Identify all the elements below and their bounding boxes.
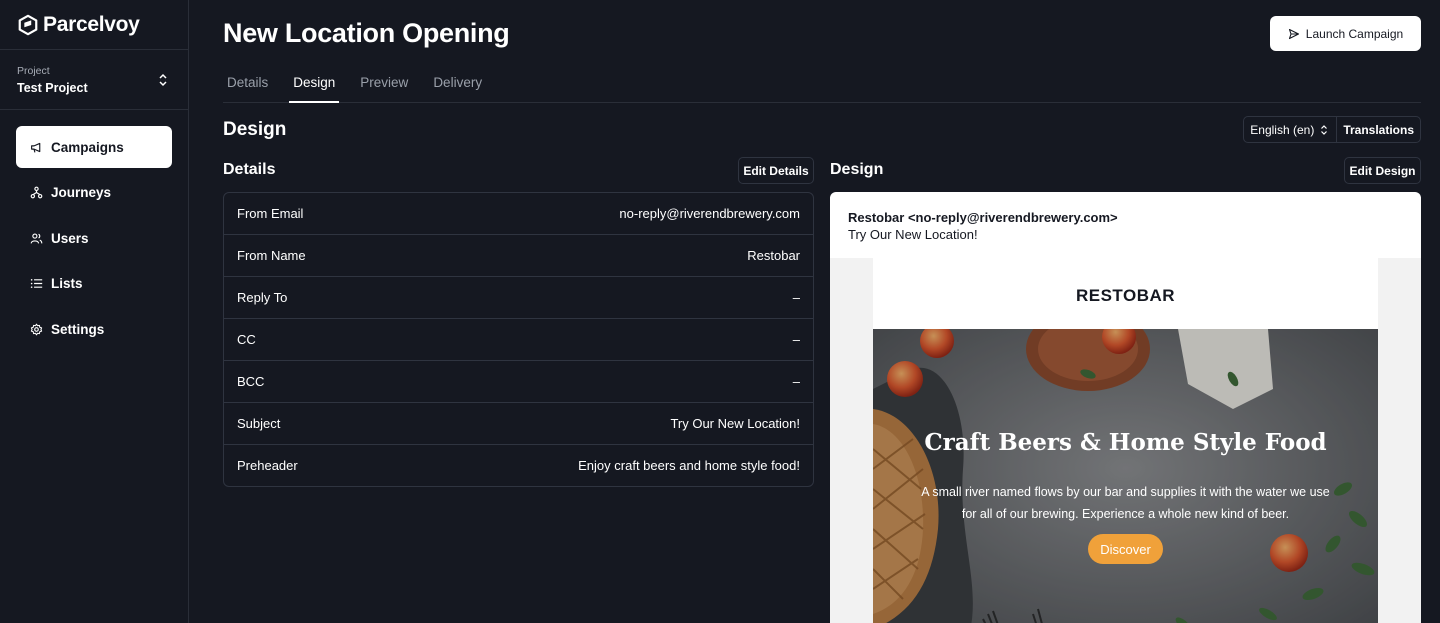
edit-details-button[interactable]: Edit Details xyxy=(738,157,814,184)
language-controls: English (en) Translations xyxy=(1243,116,1421,143)
details-row-from-name: From Name Restobar xyxy=(224,235,813,277)
main-content: New Location Opening Launch Campaign Det… xyxy=(189,0,1440,623)
list-icon xyxy=(30,279,43,288)
sidebar-item-users[interactable]: Users xyxy=(16,217,172,259)
tab-preview[interactable]: Preview xyxy=(356,68,412,102)
discover-button[interactable]: Discover xyxy=(1088,534,1163,564)
tab-design[interactable]: Design xyxy=(289,68,340,103)
parcelvoy-logo-icon xyxy=(18,14,38,35)
details-row-reply-to: Reply To – xyxy=(224,277,813,319)
details-key: From Email xyxy=(237,206,304,221)
details-row-preheader: Preheader Enjoy craft beers and home sty… xyxy=(224,445,813,486)
details-key: Subject xyxy=(237,416,281,431)
page-title: New Location Opening xyxy=(223,18,510,48)
hero-text: A small river named flows by our bar and… xyxy=(921,485,1330,521)
brand-name: Parcelvoy xyxy=(43,12,140,36)
details-value: – xyxy=(792,374,800,389)
gear-icon xyxy=(30,323,43,335)
details-key: CC xyxy=(237,332,256,347)
tab-bar: Details Design Preview Delivery xyxy=(223,68,1421,103)
details-value: Try Our New Location! xyxy=(670,416,800,431)
details-value: Restobar xyxy=(747,248,800,263)
megaphone-icon xyxy=(31,142,41,153)
details-key: Reply To xyxy=(237,290,288,305)
hero-food-image xyxy=(873,329,1378,623)
email-brand-name: RESTOBAR xyxy=(1075,286,1176,305)
language-value: English (en) xyxy=(1250,122,1315,137)
details-row-cc: CC – xyxy=(224,319,813,361)
launch-campaign-label: Launch Campaign xyxy=(1305,26,1404,41)
details-value: no-reply@riverendbrewery.com xyxy=(619,206,800,221)
email-preview: Restobar <no-reply@riverendbrewery.com> … xyxy=(830,192,1421,623)
details-value: – xyxy=(792,290,800,305)
section-title: Design xyxy=(223,119,287,140)
details-key: From Name xyxy=(237,248,306,263)
project-name: Test Project xyxy=(17,81,88,95)
translations-button[interactable]: Translations xyxy=(1337,117,1420,142)
users-icon xyxy=(30,232,43,244)
email-from: Restobar <no-reply@riverendbrewery.com> xyxy=(848,210,1118,225)
details-row-from-email: From Email no-reply@riverendbrewery.com xyxy=(224,193,813,235)
details-title: Details xyxy=(223,161,276,178)
details-value: – xyxy=(792,332,800,347)
design-title: Design xyxy=(830,161,884,178)
tab-details[interactable]: Details xyxy=(223,68,272,102)
sidebar: Parcelvoy Project Test Project Campaigns… xyxy=(0,0,189,623)
project-switcher[interactable]: Project Test Project xyxy=(0,50,188,110)
details-key: BCC xyxy=(237,374,265,389)
sidebar-item-lists[interactable]: Lists xyxy=(16,263,172,305)
sidebar-item-campaigns[interactable]: Campaigns xyxy=(16,126,172,168)
details-value: Enjoy craft beers and home style food! xyxy=(578,458,800,473)
tab-delivery[interactable]: Delivery xyxy=(429,68,486,102)
sidebar-item-label: Lists xyxy=(51,276,83,291)
sidebar-item-journeys[interactable]: Journeys xyxy=(16,172,172,214)
sidebar-item-label: Campaigns xyxy=(51,139,124,155)
email-subject: Try Our New Location! xyxy=(848,227,978,242)
launch-campaign-button[interactable]: Launch Campaign xyxy=(1270,16,1421,51)
project-label: Project xyxy=(17,65,50,77)
brand[interactable]: Parcelvoy xyxy=(0,0,188,50)
edit-design-button[interactable]: Edit Design xyxy=(1344,157,1421,184)
details-key: Preheader xyxy=(237,458,298,473)
hero-heading: Craft Beers & Home Style Food xyxy=(924,429,1327,456)
language-select[interactable]: English (en) xyxy=(1244,117,1338,142)
details-table: From Email no-reply@riverendbrewery.com … xyxy=(223,192,814,487)
email-canvas: RESTOBAR Craft Beers & Home Style Food A… xyxy=(830,258,1421,623)
sidebar-nav: Campaigns Journeys Users Lists Settings xyxy=(0,110,188,350)
sidebar-item-label: Users xyxy=(51,230,89,246)
chevron-up-down-icon xyxy=(1321,124,1328,135)
send-icon xyxy=(1288,28,1299,39)
sidebar-item-settings[interactable]: Settings xyxy=(16,308,172,350)
journeys-icon xyxy=(30,186,43,199)
sidebar-item-label: Journeys xyxy=(51,185,112,200)
email-body: RESTOBAR Craft Beers & Home Style Food A… xyxy=(873,258,1378,623)
email-hero: Craft Beers & Home Style Food A small ri… xyxy=(873,329,1378,623)
sidebar-item-label: Settings xyxy=(51,321,105,337)
details-row-bcc: BCC – xyxy=(224,361,813,403)
chevron-up-down-icon xyxy=(159,73,167,87)
details-row-subject: Subject Try Our New Location! xyxy=(224,403,813,445)
